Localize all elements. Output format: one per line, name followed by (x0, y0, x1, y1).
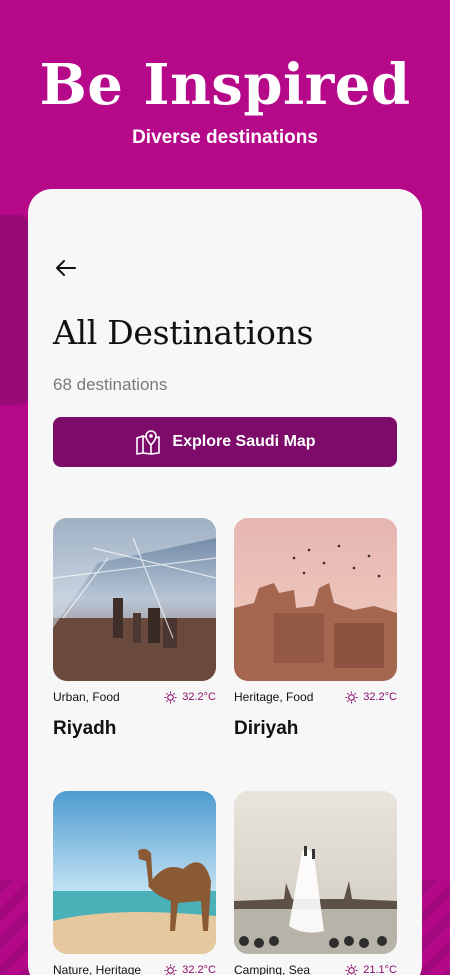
destination-card-3[interactable]: Nature, Heritage 32.2°C (53, 791, 216, 975)
destination-name: Riyadh (53, 718, 117, 739)
destination-card-4[interactable]: Camping, Sea 21.1°C (234, 791, 397, 975)
sun-icon (164, 963, 177, 975)
back-button[interactable] (53, 255, 79, 281)
destination-image-riyadh (53, 518, 216, 681)
destination-temp: 21.1°C (363, 964, 397, 975)
destinations-card: All Destinations 68 destinations Explore… (28, 189, 422, 975)
destination-temp: 32.2°C (182, 964, 216, 975)
map-pin-icon (136, 430, 161, 455)
hero-subtitle: Diverse destinations (132, 127, 318, 148)
hero-title: Be Inspired (39, 52, 411, 118)
destination-count: 68 destinations (53, 375, 168, 394)
destination-name: Diriyah (234, 718, 299, 739)
explore-map-button[interactable]: Explore Saudi Map (53, 417, 397, 467)
destination-temp: 32.2°C (363, 691, 397, 703)
destination-card-diriyah[interactable]: Heritage, Food 32.2°C Diriyah (234, 518, 397, 740)
destination-image-4 (234, 791, 397, 954)
destination-image-diriyah (234, 518, 397, 681)
page-title: All Destinations (53, 313, 314, 352)
explore-map-label: Explore Saudi Map (172, 433, 316, 450)
sun-icon (345, 963, 358, 975)
arrow-left-icon (56, 260, 76, 276)
destination-tags: Heritage, Food (234, 690, 314, 704)
destination-image-3 (53, 791, 216, 954)
destination-temp: 32.2°C (182, 691, 216, 703)
sun-icon (164, 690, 177, 704)
sun-icon (345, 690, 358, 704)
destination-tags: Nature, Heritage (53, 963, 142, 975)
background-pattern (0, 215, 30, 405)
destination-tags: Urban, Food (53, 690, 120, 704)
destination-tags: Camping, Sea (234, 963, 311, 975)
destination-card-riyadh[interactable]: Urban, Food 32.2°C Riyadh (53, 518, 216, 740)
